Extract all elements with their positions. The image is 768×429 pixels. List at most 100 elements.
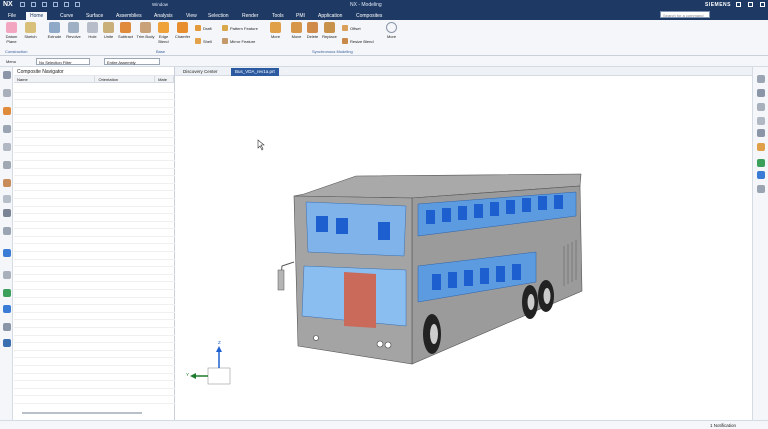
list-item: [14, 131, 175, 139]
palettes-icon[interactable]: [3, 209, 11, 217]
horizontal-scrollbar[interactable]: [22, 412, 142, 414]
tab-view[interactable]: View: [182, 12, 201, 20]
layer-icon[interactable]: [757, 89, 765, 97]
show-hide-icon[interactable]: [757, 117, 765, 125]
list-item: [14, 214, 175, 222]
role-icon[interactable]: [3, 271, 11, 279]
history-icon[interactable]: [3, 161, 11, 169]
group-base: Base: [156, 49, 166, 54]
list-item: [14, 328, 175, 336]
tab-curve[interactable]: Curve: [56, 12, 77, 20]
trim-body-button[interactable]: Trim Body: [136, 22, 155, 39]
chamfer-button[interactable]: Chamfer: [173, 22, 192, 39]
group-sync: Synchronous Modeling: [312, 49, 353, 54]
more-sync-icon: [386, 22, 397, 33]
datum-plane-button[interactable]: Datum Plane: [2, 22, 21, 44]
redo-icon[interactable]: [42, 2, 47, 7]
offset-button[interactable]: Offset: [342, 25, 361, 31]
tab-discovery-center[interactable]: Discovery Center: [179, 68, 222, 76]
selection-filter-select[interactable]: No Selection Filter: [36, 58, 90, 65]
reuse-library-icon[interactable]: [3, 143, 11, 151]
hd3d-tools-icon[interactable]: [3, 179, 11, 187]
z-arrow: [216, 346, 222, 352]
pattern-feature-button[interactable]: Pattern Feature: [222, 25, 258, 31]
assembly-navigator-icon[interactable]: [3, 107, 11, 115]
close-icon[interactable]: [760, 2, 765, 7]
section-icon[interactable]: [757, 143, 765, 151]
tab-analysis[interactable]: Analysis: [150, 12, 177, 20]
view-icon[interactable]: [757, 75, 765, 83]
measure-icon[interactable]: [757, 129, 765, 137]
web-browser-icon[interactable]: [3, 195, 11, 203]
pattern-feature-icon: [222, 25, 228, 31]
tab-surface[interactable]: Surface: [82, 12, 107, 20]
column-orientation[interactable]: Orientation: [95, 76, 156, 82]
scope-select[interactable]: Entire Assembly: [104, 58, 160, 65]
rear-hub-2: [543, 288, 551, 304]
replace-face-button[interactable]: Replace: [320, 22, 339, 39]
extrude-button[interactable]: Extrude: [45, 22, 64, 39]
tab-tools[interactable]: Tools: [268, 12, 288, 20]
more-button[interactable]: More: [266, 22, 285, 39]
list-item: [14, 389, 175, 397]
tab-selection[interactable]: Selection: [204, 12, 233, 20]
mirror-feature-button[interactable]: Mirror Feature: [222, 38, 255, 44]
tab-render[interactable]: Render: [238, 12, 262, 20]
subtract-button[interactable]: Subtract: [116, 22, 135, 39]
curve-icon[interactable]: [757, 171, 765, 179]
save-icon[interactable]: [20, 2, 25, 7]
ply-icon[interactable]: [3, 289, 11, 297]
y-axis-label: Y: [186, 372, 190, 377]
system-materials-icon[interactable]: [3, 227, 11, 235]
column-mate[interactable]: Mate: [155, 76, 175, 82]
tab-pmi[interactable]: PMI: [292, 12, 309, 20]
more-sync-button[interactable]: More: [382, 22, 401, 39]
report-icon[interactable]: [3, 339, 11, 347]
sketch-tool-icon[interactable]: [757, 185, 765, 193]
datum-plane-icon: [6, 22, 17, 33]
settings-icon[interactable]: [3, 71, 11, 79]
notification-badge[interactable]: 1 Notification: [710, 423, 736, 428]
paste-icon[interactable]: [75, 2, 80, 7]
snap-icon[interactable]: [757, 103, 765, 111]
list-item: [14, 222, 175, 230]
menu-dropdown[interactable]: Menu: [4, 58, 32, 65]
tab-composites[interactable]: Composites: [352, 12, 386, 20]
tab-file[interactable]: File: [4, 12, 20, 20]
laminate-icon[interactable]: [3, 305, 11, 313]
shell-button[interactable]: Shell: [195, 38, 212, 44]
window-menu[interactable]: Window: [152, 2, 168, 7]
list-item: [14, 260, 175, 268]
draft-button[interactable]: Draft: [195, 25, 212, 31]
list-item: [14, 343, 175, 351]
column-name[interactable]: Name: [14, 76, 96, 82]
constraint-navigator-icon[interactable]: [3, 125, 11, 133]
revolve-button[interactable]: Revolve: [64, 22, 83, 39]
command-search-input[interactable]: Search for a command: [660, 11, 710, 18]
ribbon: Datum Plane Sketch Extrude Revolve Hole …: [0, 20, 768, 56]
minimize-icon[interactable]: [736, 2, 741, 7]
composite-navigator-icon[interactable]: [3, 249, 11, 257]
close-tab-icon[interactable]: ×: [285, 69, 288, 74]
sketch-button[interactable]: Sketch: [21, 22, 40, 39]
resize-blend-button[interactable]: Resize Blend: [342, 38, 374, 44]
hole-icon: [87, 22, 98, 33]
edge-blend-button[interactable]: Edge Blend: [154, 22, 173, 44]
zone-icon[interactable]: [3, 323, 11, 331]
composite-navigator-panel: Composite Navigator Name Orientation Mat…: [14, 67, 175, 420]
replace-face-icon: [324, 22, 335, 33]
graphics-window[interactable]: Z Y: [176, 76, 752, 420]
tab-home[interactable]: Home: [26, 12, 48, 20]
part-navigator-icon[interactable]: [3, 89, 11, 97]
menu-bar: File Home Curve Surface Assemblies Analy…: [0, 11, 768, 20]
tab-bus-part[interactable]: Bus_VDA_rev1a.prt: [231, 68, 279, 76]
analysis-icon[interactable]: [757, 159, 765, 167]
document-tabs: Discovery Center Bus_VDA_rev1a.prt ×: [175, 67, 752, 76]
tab-application[interactable]: Application: [314, 12, 346, 20]
cut-icon[interactable]: [53, 2, 58, 7]
tab-assemblies[interactable]: Assemblies: [112, 12, 146, 20]
maximize-icon[interactable]: [748, 2, 753, 7]
copy-icon[interactable]: [64, 2, 69, 7]
brand-label: SIEMENS: [705, 2, 732, 8]
undo-icon[interactable]: [31, 2, 36, 7]
